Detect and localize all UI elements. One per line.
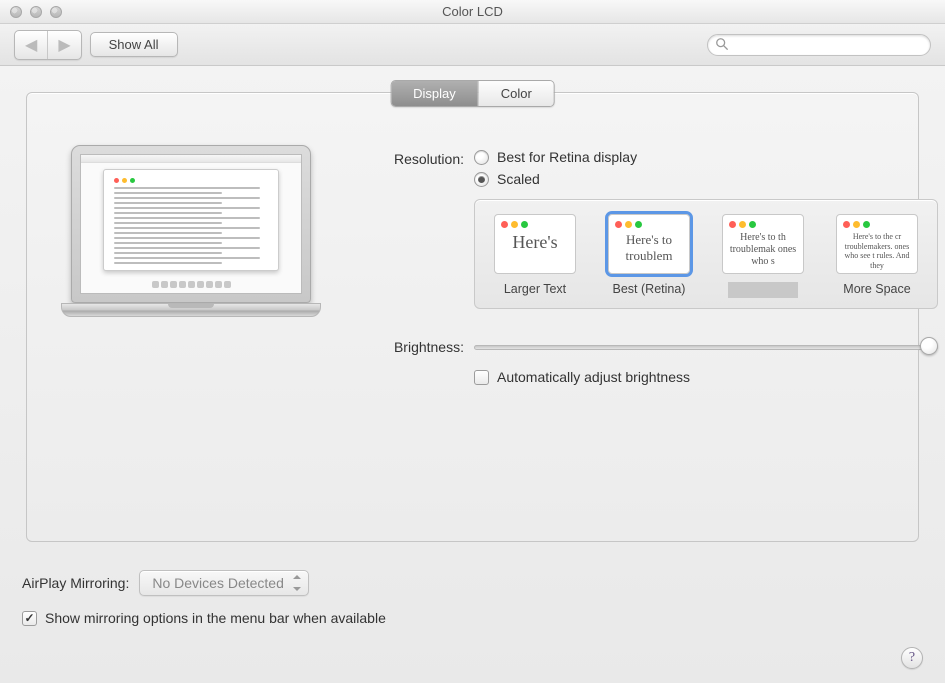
resolution-radio-scaled[interactable]: Scaled: [474, 171, 938, 187]
nav-buttons: ◀ ▶: [14, 30, 82, 60]
radio-label: Scaled: [497, 171, 540, 187]
radio-label: Best for Retina display: [497, 149, 637, 165]
resolution-label: Resolution:: [349, 149, 464, 167]
display-preview: [61, 145, 321, 317]
forward-button[interactable]: ▶: [48, 31, 80, 59]
scale-thumb-text: Here's: [501, 232, 569, 254]
airplay-label: AirPlay Mirroring:: [22, 575, 129, 591]
bottom-area: AirPlay Mirroring: No Devices Detected S…: [0, 556, 945, 632]
close-window-icon[interactable]: [10, 6, 22, 18]
tab-color[interactable]: Color: [478, 81, 554, 106]
scale-option-best-retina[interactable]: Here's to troublem Best (Retina): [603, 214, 695, 298]
minimize-window-icon[interactable]: [30, 6, 42, 18]
scale-option-label: More Space: [831, 282, 923, 298]
window-controls: [0, 6, 62, 18]
brightness-label: Brightness:: [349, 337, 464, 355]
tab-display[interactable]: Display: [391, 81, 478, 106]
scale-option-larger-text[interactable]: Here's Larger Text: [489, 214, 581, 298]
titlebar: Color LCD: [0, 0, 945, 24]
back-button[interactable]: ◀: [15, 31, 48, 59]
scale-option-mid[interactable]: Here's to th troublemak ones who s: [717, 214, 809, 298]
radio-icon: [474, 150, 489, 165]
tab-segment: Display Color: [390, 80, 555, 107]
search-icon: [715, 37, 729, 54]
show-all-button[interactable]: Show All: [90, 32, 178, 57]
help-button[interactable]: ?: [901, 647, 923, 669]
scale-option-label: Larger Text: [489, 282, 581, 298]
search-input[interactable]: [707, 34, 931, 56]
checkbox-icon: [474, 370, 489, 385]
radio-icon: [474, 172, 489, 187]
resolution-radio-best[interactable]: Best for Retina display: [474, 149, 938, 165]
zoom-window-icon[interactable]: [50, 6, 62, 18]
scale-option-label: [728, 282, 798, 298]
checkbox-label: Automatically adjust brightness: [497, 369, 690, 385]
scale-thumb-text: Here's to the cr troublemakers. ones who…: [843, 232, 911, 270]
toolbar: ◀ ▶ Show All: [0, 24, 945, 66]
slider-knob-icon[interactable]: [920, 337, 938, 355]
scale-thumb-text: Here's to troublem: [615, 232, 683, 263]
airplay-popup[interactable]: No Devices Detected: [139, 570, 309, 596]
scale-option-label: Best (Retina): [603, 282, 695, 298]
scale-option-more-space[interactable]: Here's to the cr troublemakers. ones who…: [831, 214, 923, 298]
checkbox-icon: [22, 611, 37, 626]
search-field-wrap: [707, 34, 931, 56]
window-title: Color LCD: [0, 4, 945, 19]
content: Display Color: [0, 66, 945, 556]
auto-brightness-checkbox[interactable]: Automatically adjust brightness: [474, 369, 938, 385]
airplay-selected: No Devices Detected: [152, 575, 284, 591]
display-settings-group: Display Color: [26, 92, 919, 542]
checkbox-label: Show mirroring options in the menu bar w…: [45, 610, 386, 626]
show-mirroring-checkbox[interactable]: Show mirroring options in the menu bar w…: [22, 610, 386, 626]
brightness-slider[interactable]: [474, 337, 938, 357]
controls: Resolution: Best for Retina display Scal…: [349, 139, 938, 397]
scale-thumb-text: Here's to th troublemak ones who s: [729, 232, 797, 268]
scaled-options-panel: Here's Larger Text Here's to troublem Be…: [474, 199, 938, 309]
